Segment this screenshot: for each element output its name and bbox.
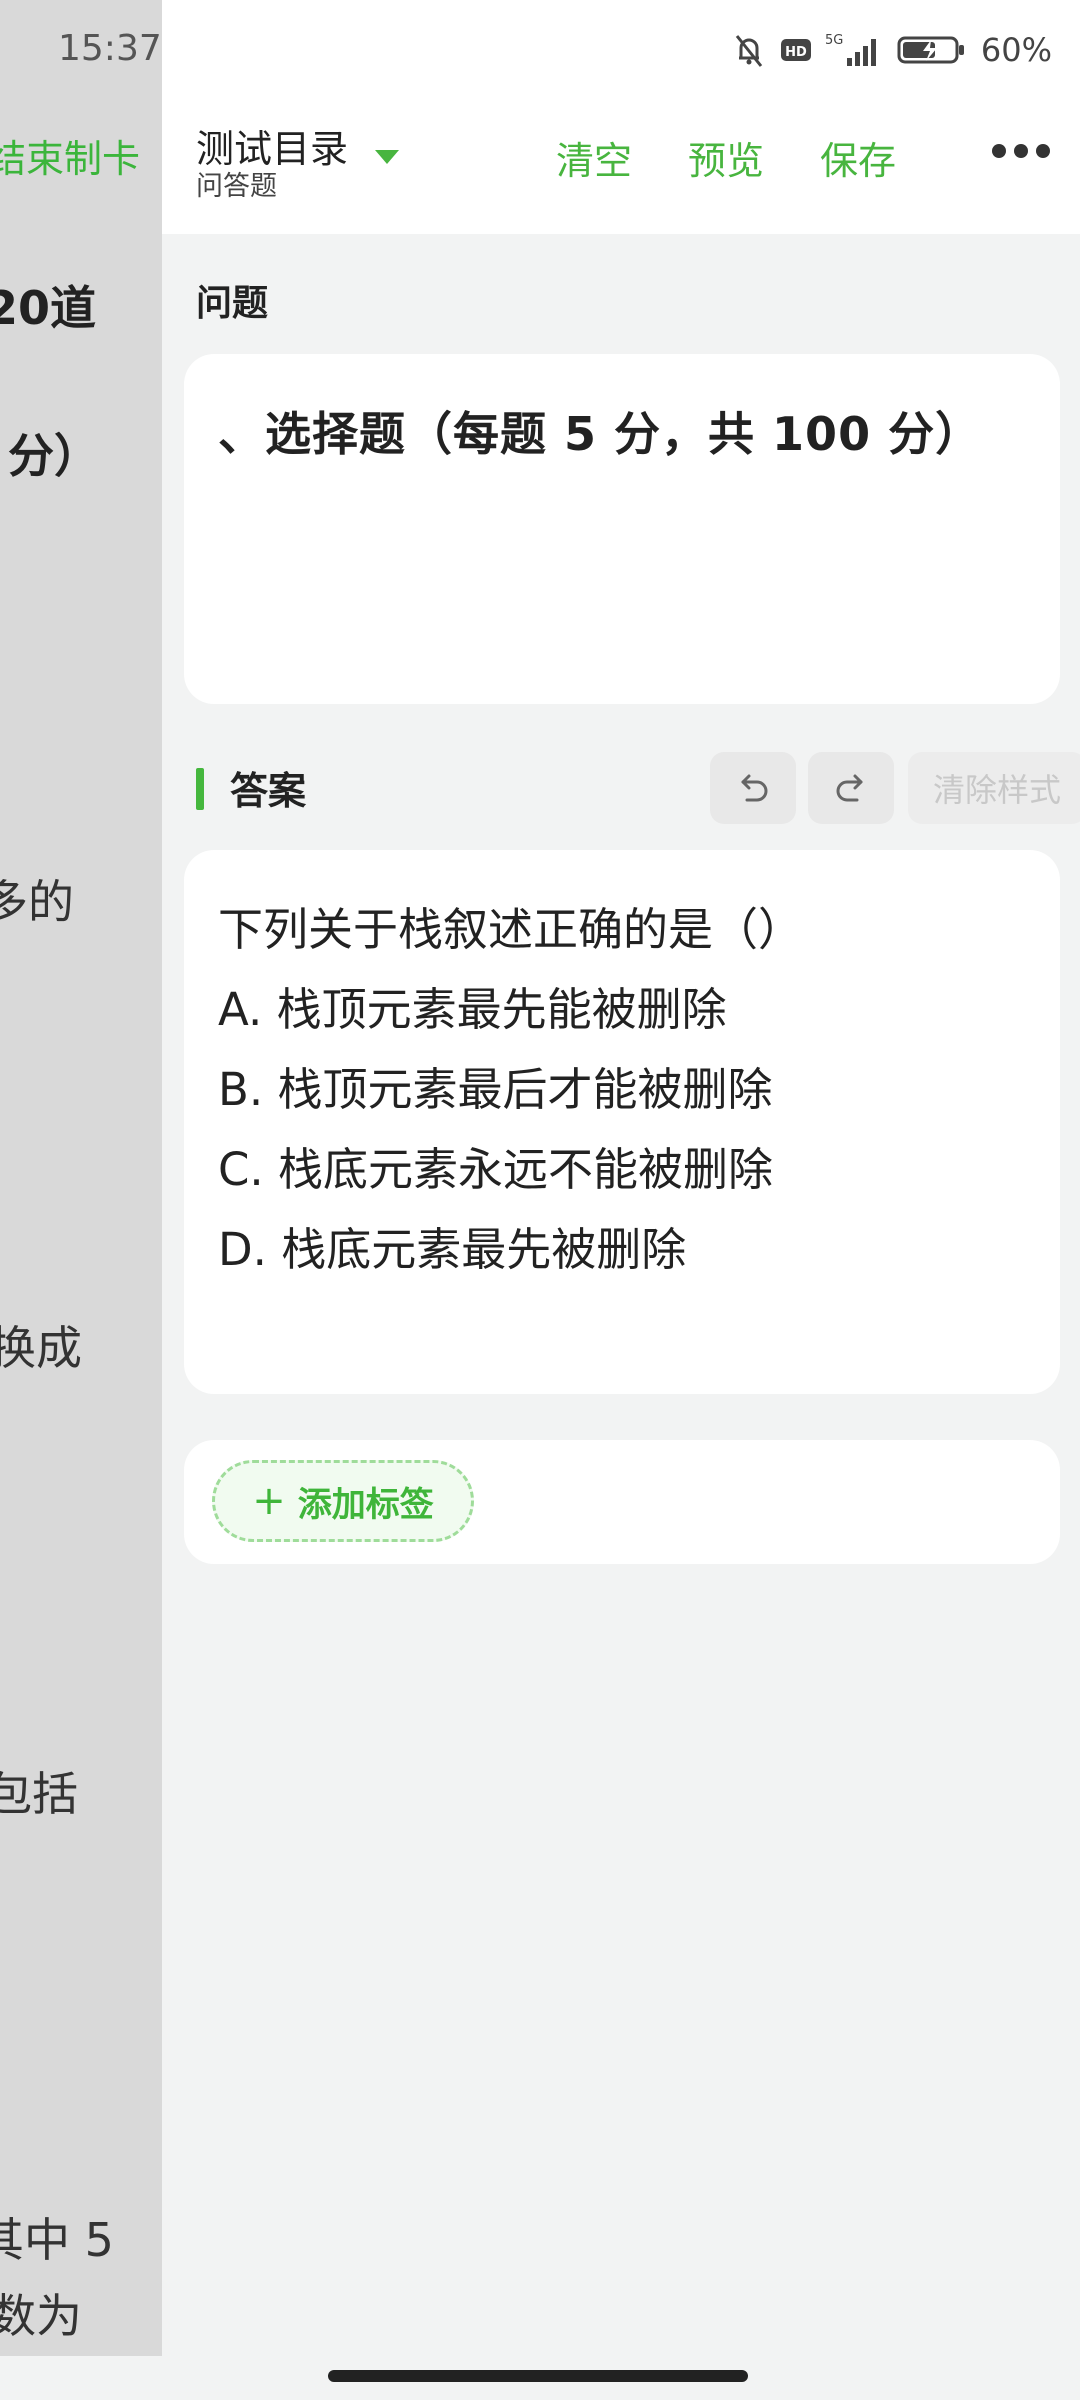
save-button[interactable]: 保存 <box>820 130 896 185</box>
directory-subtitle: 问答题 <box>196 171 277 202</box>
status-bar: HD 5G 60% <box>162 0 1080 100</box>
answer-option-a: A. 栈顶元素最先能被删除 <box>218 983 727 1036</box>
status-icons: HD 5G 60% <box>729 28 1052 72</box>
more-icon[interactable] <box>992 144 1050 158</box>
background-text: 多的 <box>0 875 74 929</box>
plus-icon: + <box>252 1478 286 1524</box>
answer-label: 答案 <box>230 769 307 813</box>
add-tag-label: 添加标签 <box>297 1484 434 1525</box>
background-text: 包括 <box>0 1767 78 1821</box>
answer-header: 答案 清除样式 <box>196 752 1080 824</box>
question-label: 问题 <box>196 283 269 324</box>
redo-button[interactable] <box>808 752 894 824</box>
app-screen: 15:37 结束制卡 20道 分） 多的 换成 包括 其中 5 数为 HD 5G… <box>0 0 1080 2400</box>
svg-text:5G: 5G <box>825 33 843 48</box>
background-text: 数为 <box>0 2289 82 2343</box>
top-bar: 测试目录 问答题 清空 预览 保存 <box>162 100 1080 234</box>
redo-icon <box>836 774 863 802</box>
undo-icon <box>741 774 768 802</box>
signal-5g-icon: 5G <box>825 33 876 66</box>
battery-percent: 60% <box>980 31 1052 69</box>
answer-option-c: C. 栈底元素永远不能被删除 <box>218 1143 774 1196</box>
finish-card-link[interactable]: 结束制卡 <box>0 128 140 183</box>
undo-button[interactable] <box>710 752 796 824</box>
status-time: 15:37 <box>58 28 162 69</box>
add-tag-button[interactable]: + 添加标签 <box>212 1460 474 1542</box>
home-indicator[interactable] <box>328 2370 748 2382</box>
clear-style-button[interactable]: 清除样式 <box>908 752 1080 824</box>
battery-charging-icon <box>897 36 964 64</box>
question-text[interactable]: 、选择题（每题 5 分，共 100 分） <box>218 398 1026 464</box>
background-text: 其中 5 <box>0 2213 114 2267</box>
background-text: 换成 <box>0 1321 82 1375</box>
background-panel: 15:37 结束制卡 20道 分） 多的 换成 包括 其中 5 数为 <box>0 0 162 2356</box>
background-text: 20道 <box>0 281 97 335</box>
answer-option-d: D. 栈底元素最先被删除 <box>218 1223 687 1276</box>
answer-card[interactable]: 下列关于栈叙述正确的是（） A. 栈顶元素最先能被删除 B. 栈顶元素最后才能被… <box>184 850 1060 1394</box>
edit-sheet: HD 5G 60% 测试目录 问答题 清空 预览 保存 问题 、选择题（每题 5… <box>162 0 1080 2356</box>
answer-option-b: B. 栈顶元素最后才能被删除 <box>218 1063 773 1116</box>
hd-icon: HD <box>780 39 811 61</box>
caret-down-icon[interactable] <box>372 146 402 168</box>
section-accent-bar <box>196 768 204 810</box>
background-text: 分） <box>8 429 100 483</box>
answer-line: 下列关于栈叙述正确的是（） <box>218 903 804 956</box>
question-card[interactable]: 、选择题（每题 5 分，共 100 分） <box>184 354 1060 704</box>
clear-button[interactable]: 清空 <box>556 130 632 185</box>
bell-muted-icon <box>735 35 763 67</box>
preview-button[interactable]: 预览 <box>688 130 764 185</box>
tag-card: + 添加标签 <box>184 1440 1060 1564</box>
svg-text:HD: HD <box>785 45 807 60</box>
